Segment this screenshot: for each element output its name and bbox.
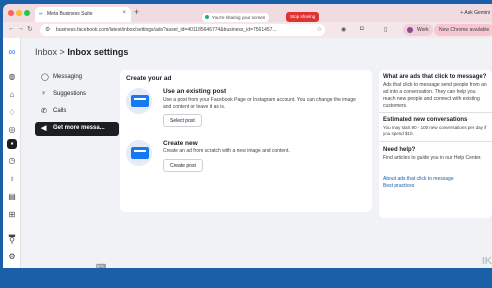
create-new-illustration (126, 140, 152, 166)
about-ads-link[interactable]: About ads that click to message (383, 176, 454, 182)
need-help-text: Find articles to guide you in our Help C… (383, 155, 482, 161)
page-content: ∞ ◍ ⌂ ♢ ◎ ▪ ◷ ♁ ▤ ⊞ ▂ ⚲ ⚙ Inbox > Inbox … (3, 38, 492, 268)
nav-item-calls[interactable]: ✆ Calls (35, 105, 119, 119)
lightbulb-icon: ♀ (41, 90, 47, 97)
reload-icon[interactable]: ↻ (27, 25, 33, 33)
what-are-ads-heading: What are ads that click to message? (383, 74, 487, 80)
nav-item-label: Get more messa... (53, 125, 105, 131)
content-icon[interactable]: ◎ (7, 125, 17, 135)
address-bar[interactable]: ⚙ business.facebook.com/latest/inbox/set… (40, 24, 325, 36)
create-new-description: Create an ad from scratch with a new ima… (163, 148, 290, 154)
megaphone-icon: ◀ (41, 125, 47, 132)
commerce-icon[interactable]: ⊞ (7, 210, 17, 220)
back-icon[interactable]: ← (8, 25, 15, 32)
corner-watermark: IK (482, 256, 492, 267)
extension-icon[interactable]: ◉ (341, 26, 346, 33)
divider (379, 112, 492, 113)
ads-icon[interactable]: ♁ (7, 174, 17, 184)
browser-tab[interactable]: ∞ Meta Business Suite × (35, 7, 131, 22)
estimated-conversations-text: You may start 90 - 100 new conversations… (383, 125, 487, 136)
nav-item-label: Messaging (53, 74, 83, 80)
page-title: Inbox > Inbox settings (35, 47, 128, 57)
nav-item-get-more-messages[interactable]: ◀ Get more messa... (35, 122, 119, 136)
update-chrome-button[interactable]: New Chrome available (434, 24, 492, 36)
insights-icon[interactable]: ▤ (7, 192, 17, 202)
inbox-icon[interactable]: ▪ (7, 139, 17, 149)
nav-item-suggestions[interactable]: ♀ Suggestions (35, 88, 119, 102)
need-help-heading: Need help? (383, 147, 416, 153)
phone-icon: ✆ (41, 108, 47, 115)
planner-icon[interactable]: ◷ (7, 156, 17, 166)
what-are-ads-text: Ads that click to message send people fr… (383, 82, 487, 109)
browser-tab-bar: ∞ Meta Business Suite × + You're sharing… (3, 4, 492, 22)
breadcrumb-inbox[interactable]: Inbox (35, 47, 57, 57)
create-ad-card: Create your ad Use an existing post Use … (120, 70, 372, 212)
tab-title: Meta Business Suite (47, 11, 93, 17)
create-post-button[interactable]: Create post (163, 159, 203, 172)
notifications-icon[interactable]: ♢ (7, 108, 17, 118)
profile-button[interactable]: Work (403, 24, 433, 36)
browser-toolbar: ← → ↻ ⚙ business.facebook.com/latest/inb… (3, 22, 492, 38)
sharing-text: You're sharing your screen (212, 15, 266, 20)
site-info-icon[interactable]: ⚙ (45, 26, 50, 33)
maximize-window-dot[interactable] (24, 10, 30, 16)
screen-sharing-banner: You're sharing your screen (202, 13, 270, 22)
meta-logo-icon[interactable]: ∞ (7, 48, 17, 58)
app-sidebar-rail: ∞ ◍ ⌂ ♢ ◎ ▪ ◷ ♁ ▤ ⊞ ▂ ⚲ ⚙ (3, 38, 21, 268)
existing-post-illustration (126, 88, 152, 114)
profile-avatar (407, 27, 413, 33)
screen-frame: ∞ Meta Business Suite × + You're sharing… (0, 0, 492, 288)
breadcrumb-separator: > (59, 47, 65, 57)
stop-sharing-button[interactable]: Stop sharing (286, 12, 320, 22)
nav-item-label: Calls (53, 108, 67, 114)
bookmark-star-icon[interactable]: ☆ (317, 26, 322, 33)
forward-icon[interactable]: → (17, 25, 24, 32)
account-avatar-icon[interactable]: ◍ (7, 72, 17, 82)
create-new-title: Create new (163, 140, 198, 147)
nav-item-label: Suggestions (53, 91, 87, 97)
settings-icon[interactable]: ⚙ (7, 252, 17, 262)
close-tab-icon[interactable]: × (122, 10, 126, 16)
best-practices-link[interactable]: Best practices (383, 183, 414, 189)
chat-icon: ◯ (41, 74, 49, 81)
existing-post-description: Use a post from your Facebook Page or In… (163, 97, 356, 110)
estimated-conversations-heading: Estimated new conversations (383, 117, 468, 123)
search-icon[interactable]: ⚲ (7, 236, 17, 246)
ask-gemini-button[interactable]: + Ask Gemini (460, 10, 490, 16)
info-sidebar-card: What are ads that click to message? Ads … (379, 70, 492, 218)
url-text: business.facebook.com/latest/inbox/setti… (56, 27, 277, 33)
sharing-indicator-icon (205, 15, 209, 19)
nav-item-messaging[interactable]: ◯ Messaging (35, 71, 119, 85)
home-icon[interactable]: ⌂ (7, 90, 17, 100)
settings-nav: ◯ Messaging ♀ Suggestions ✆ Calls ◀ Get … (35, 71, 119, 139)
sidepanel-icon[interactable]: ▯ (384, 26, 387, 33)
keyboard-icon[interactable]: ⌨ (96, 263, 106, 268)
profile-label: Work (417, 27, 429, 33)
close-window-dot[interactable] (8, 10, 14, 16)
divider (379, 141, 492, 142)
existing-post-title: Use an existing post (163, 88, 227, 95)
minimize-window-dot[interactable] (16, 10, 22, 16)
create-ad-heading: Create your ad (126, 75, 172, 82)
new-tab-button[interactable]: + (134, 7, 139, 17)
breadcrumb-current: Inbox settings (67, 47, 129, 57)
meta-favicon-icon: ∞ (39, 11, 43, 17)
extension-puzzle-icon[interactable]: ◘ (360, 26, 364, 32)
select-post-button[interactable]: Select post (163, 114, 202, 127)
